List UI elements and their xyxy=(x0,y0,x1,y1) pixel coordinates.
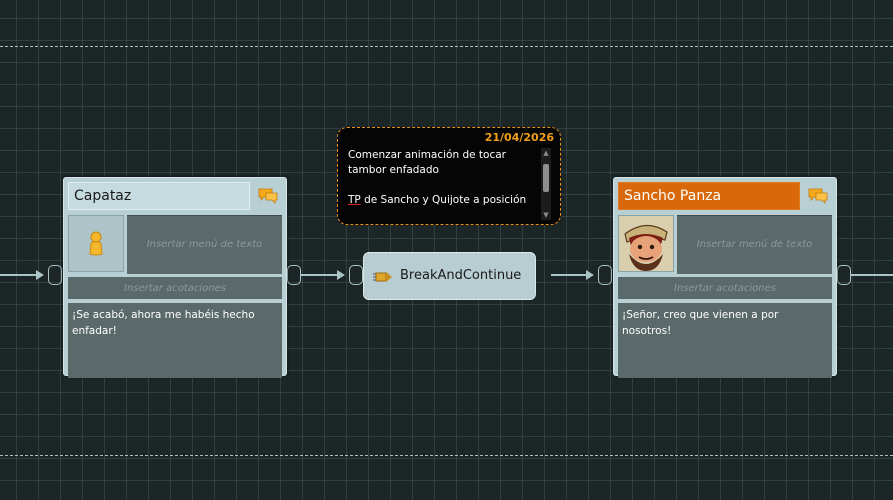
scroll-down-icon[interactable]: ▼ xyxy=(541,210,551,220)
portrait-slot[interactable] xyxy=(618,215,674,272)
portrait-slot[interactable] xyxy=(68,215,124,272)
break-continue-icon xyxy=(373,268,393,290)
section-divider-bottom xyxy=(0,455,893,456)
dialogue-text[interactable]: ¡Señor, creo que vienen a por nosotros! xyxy=(618,303,832,378)
pawn-icon xyxy=(87,230,105,262)
note-marked-word: TP xyxy=(348,194,361,206)
node-title[interactable]: Sancho Panza xyxy=(618,182,800,210)
section-divider-top xyxy=(0,46,893,47)
connector-out xyxy=(851,274,893,276)
note-line-3: TP de Sancho y Quijote a posición xyxy=(348,194,526,206)
break-and-continue-node[interactable]: BreakAndContinue xyxy=(363,252,536,300)
comment-note[interactable]: 21/04/2026 Comenzar animación de tocar t… xyxy=(337,127,561,225)
input-port[interactable] xyxy=(48,265,62,285)
dialogue-node-capataz[interactable]: Capataz Insertar menú de texto Insertar … xyxy=(63,177,287,378)
comment-icon[interactable] xyxy=(258,187,278,205)
connector xyxy=(551,274,587,276)
connector-arrowhead xyxy=(36,270,44,280)
connector xyxy=(301,274,339,276)
connector-arrowhead xyxy=(337,270,345,280)
input-port[interactable] xyxy=(598,265,612,285)
dialogue-text[interactable]: ¡Se acabó, ahora me habéis hecho enfadar… xyxy=(68,303,282,378)
break-node-label: BreakAndContinue xyxy=(400,268,522,283)
note-line-3-rest: de Sancho y Quijote a posición xyxy=(360,194,527,206)
character-portrait xyxy=(619,216,673,275)
node-title[interactable]: Capataz xyxy=(68,182,250,210)
connector-in xyxy=(0,274,38,276)
comment-icon[interactable] xyxy=(808,187,828,205)
acotaciones-field[interactable]: Insertar acotaciones xyxy=(68,277,282,299)
note-text: Comenzar animación de tocar tambor enfad… xyxy=(348,148,528,208)
note-scroll-thumb[interactable] xyxy=(543,164,549,192)
scroll-up-icon[interactable]: ▲ xyxy=(541,148,551,158)
input-port[interactable] xyxy=(349,265,363,285)
dialogue-node-sancho-panza[interactable]: Sancho Panza Insertar menú de texto Inse… xyxy=(613,177,837,378)
note-line-2: tambor enfadado xyxy=(348,164,439,176)
output-port[interactable] xyxy=(837,265,851,285)
text-menu-field[interactable]: Insertar menú de texto xyxy=(127,215,282,274)
output-port[interactable] xyxy=(287,265,301,285)
note-line-1: Comenzar animación de tocar xyxy=(348,149,507,161)
acotaciones-field[interactable]: Insertar acotaciones xyxy=(618,277,832,299)
note-date: 21/04/2026 xyxy=(484,131,554,144)
text-menu-field[interactable]: Insertar menú de texto xyxy=(677,215,832,274)
connector-arrowhead xyxy=(586,270,594,280)
